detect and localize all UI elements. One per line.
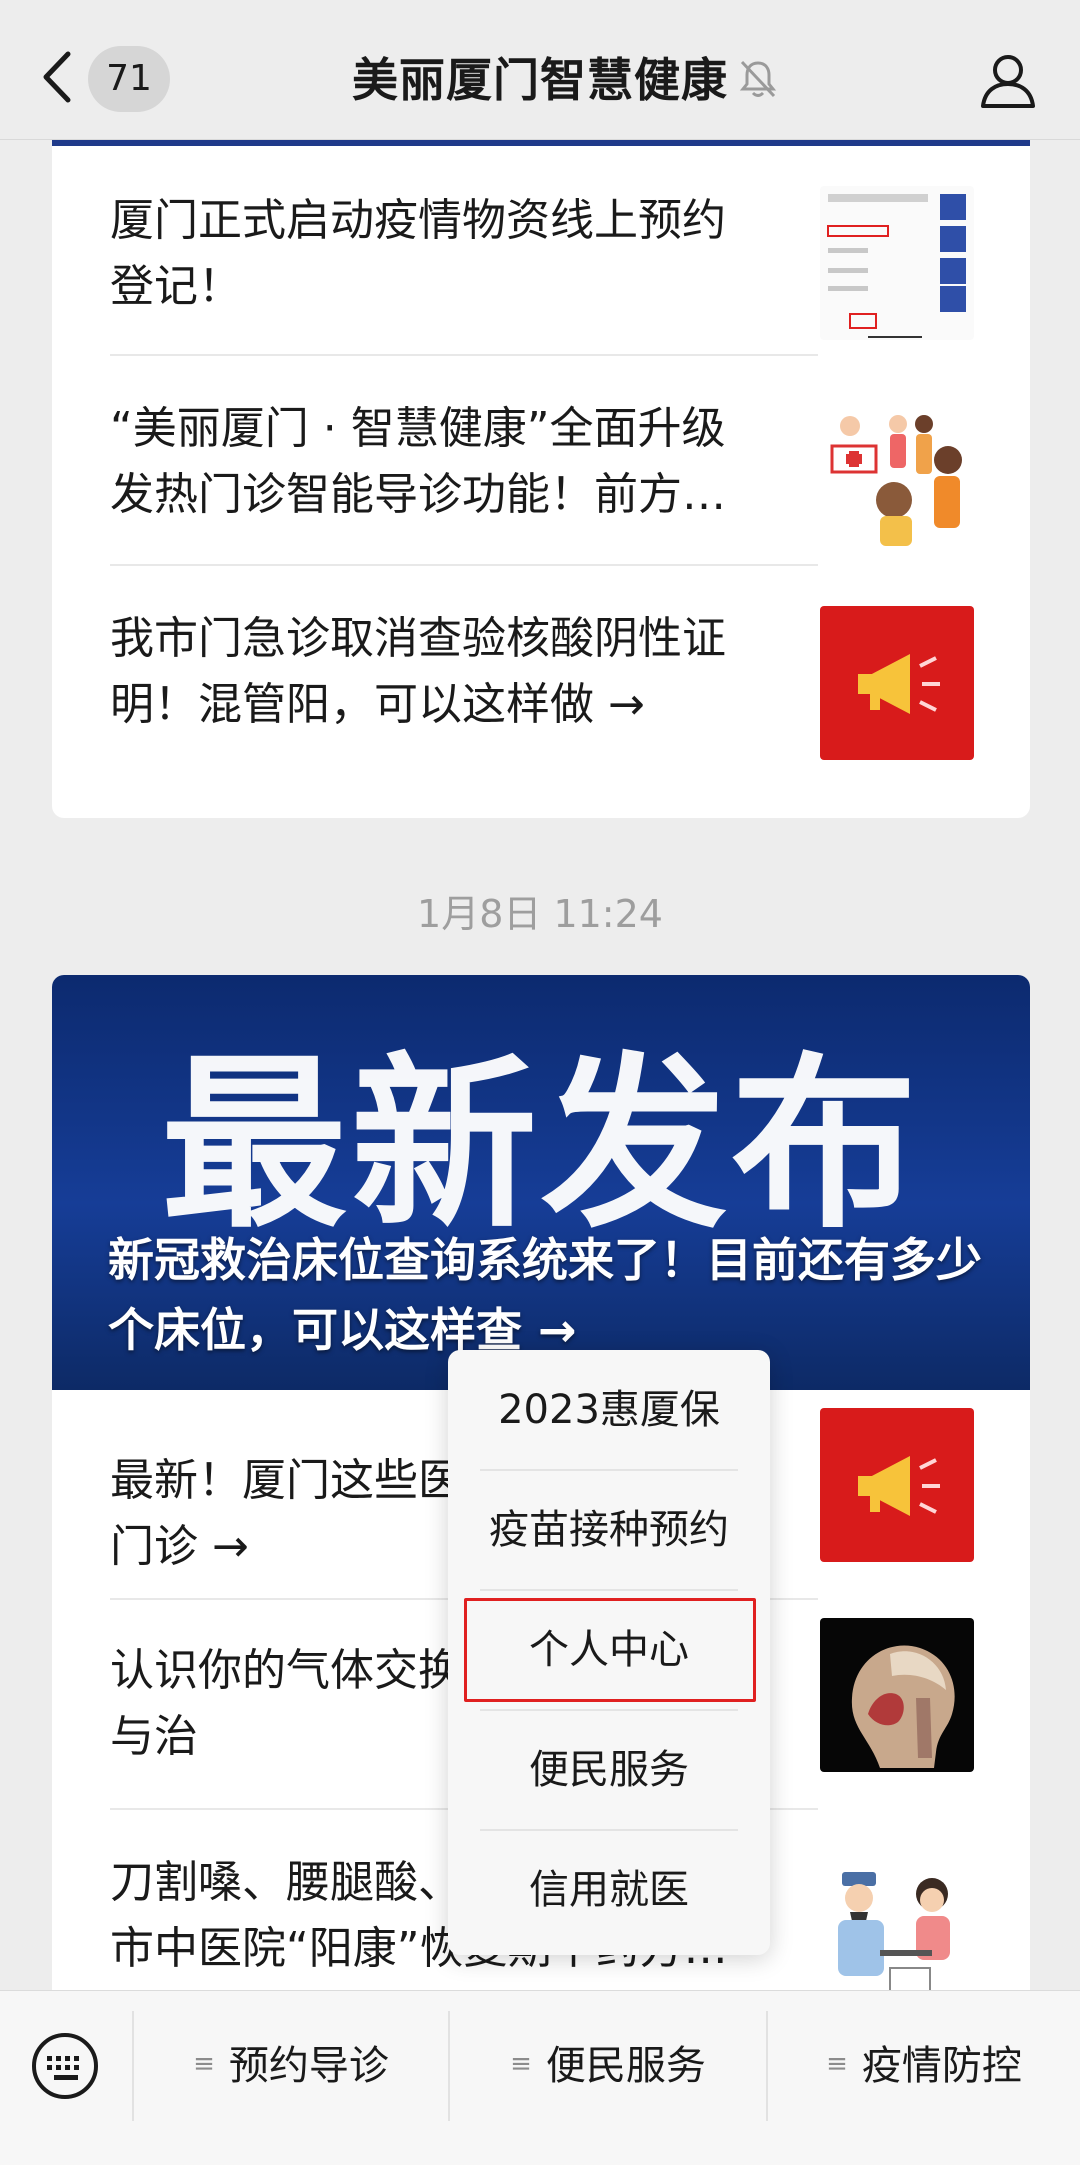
bottom-menu-bar: ≡ 预约导诊 ≡ 便民服务 ≡ 疫情防控 [0, 1990, 1080, 2165]
article-item[interactable]: 我市门急诊取消查验核酸阴性证明！混管阳，可以这样做 → [52, 566, 1030, 776]
screenshot-thumbnail [820, 186, 974, 340]
submenu-indicator-icon: ≡ [826, 2049, 848, 2079]
menu-item-credit-medical[interactable]: 信用就医 [448, 1830, 770, 1950]
submenu-popup: 2023惠厦保 疫苗接种预约 个人中心 便民服务 信用就医 [448, 1350, 770, 1955]
keyboard-icon[interactable] [30, 2031, 100, 2101]
article-title[interactable]: “美丽厦门 · 智慧健康”全面升级发热门诊智能导诊功能！前方… [110, 396, 750, 528]
menu-item-convenience-services[interactable]: 便民服务 [448, 1710, 770, 1830]
article-item[interactable]: “美丽厦门 · 智慧健康”全面升级发热门诊智能导诊功能！前方… [52, 356, 1030, 566]
menu-item-huixiabao[interactable]: 2023惠厦保 [448, 1350, 770, 1470]
menu-button-label: 预约导诊 [228, 2043, 389, 2089]
message-timestamp: 1月8日 11:24 [417, 892, 663, 936]
top-navigation-bar: 71 美丽厦门智慧健康 [0, 0, 1080, 140]
banner-graphic-text: 最新发布 [160, 1036, 921, 1253]
megaphone-thumbnail [820, 606, 974, 760]
submenu-indicator-icon: ≡ [193, 2049, 215, 2079]
menu-item-vaccine-booking[interactable]: 疫苗接种预约 [448, 1470, 770, 1590]
article-card-1: 厦门正式启动疫情物资线上预约登记！ “美丽厦门 · 智慧健康”全面升级发热门诊智… [52, 130, 1030, 818]
headline-banner[interactable]: 最新发布 新冠救治床位查询系统来了！目前还有多少个床位，可以这样查 → [52, 975, 1030, 1390]
highlight-box [464, 1598, 756, 1702]
menu-button-label: 疫情防控 [861, 2043, 1022, 2089]
article-title[interactable]: 厦门正式启动疫情物资线上预约登记！ [110, 188, 750, 320]
xray-head-thumbnail [820, 1618, 974, 1772]
menu-button-epidemic[interactable]: ≡ 疫情防控 [768, 1991, 1080, 2141]
article-title[interactable]: 我市门急诊取消查验核酸阴性证明！混管阳，可以这样做 → [110, 606, 750, 738]
menu-button-label: 便民服务 [545, 2043, 706, 2089]
article-item[interactable]: 厦门正式启动疫情物资线上预约登记！ [52, 146, 1030, 356]
profile-icon[interactable] [978, 50, 1038, 110]
menu-button-convenience[interactable]: ≡ 便民服务 [450, 1991, 766, 2141]
headline-title[interactable]: 新冠救治床位查询系统来了！目前还有多少个床位，可以这样查 → [108, 1225, 988, 1365]
doctor-illustration [820, 1850, 974, 2004]
page-title: 美丽厦门智慧健康 [352, 53, 728, 107]
megaphone-thumbnail [820, 1408, 974, 1562]
clinic-illustration [820, 396, 974, 550]
mute-bell-icon [738, 58, 778, 100]
menu-button-appointment[interactable]: ≡ 预约导诊 [134, 1991, 448, 2141]
submenu-indicator-icon: ≡ [510, 2049, 532, 2079]
